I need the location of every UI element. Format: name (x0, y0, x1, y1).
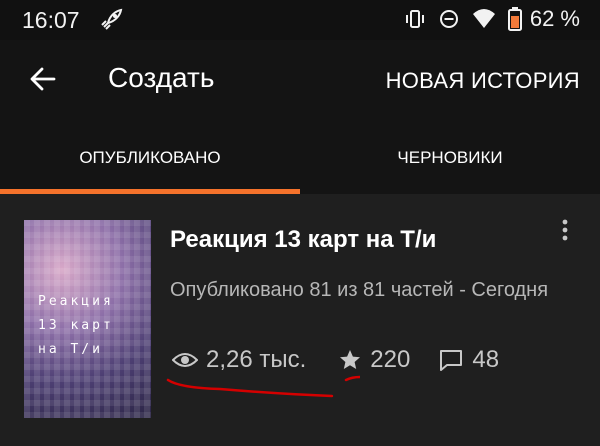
tab-drafts[interactable]: ЧЕРНОВИКИ (300, 122, 600, 194)
story-status: Опубликовано 81 из 81 частей - Сегодня (170, 279, 549, 301)
active-tab-indicator (0, 189, 300, 194)
app-bar: Создать НОВАЯ ИСТОРИЯ (0, 40, 600, 122)
back-arrow-icon[interactable] (28, 64, 58, 94)
comments-count: 48 (472, 346, 500, 373)
dnd-icon (439, 10, 458, 28)
page-title: Создать (108, 62, 215, 93)
rocket-icon (101, 8, 123, 30)
story-cover[interactable]: Реакция 13 карт на Т/и (24, 220, 151, 418)
vibrate-icon (405, 10, 424, 28)
status-time: 16:07 (22, 7, 80, 33)
story-title[interactable]: Реакция 13 карт на Т/и (170, 226, 436, 254)
comment-icon (440, 350, 463, 371)
story-card[interactable]: Реакция 13 карт на Т/и Реакция 13 карт н… (0, 198, 600, 446)
status-icons: 62 % (404, 6, 580, 32)
more-options-icon[interactable] (558, 218, 572, 244)
wifi-icon (472, 9, 495, 28)
battery-icon (507, 7, 522, 31)
battery-percent: 62 % (529, 6, 580, 31)
red-annotation-underlines (166, 375, 360, 398)
tab-published[interactable]: ОПУБЛИКОВАНО (0, 122, 300, 194)
comments-stat: 48 (438, 346, 499, 374)
cover-title: Реакция 13 карт на Т/и (38, 294, 114, 357)
votes-count: 220 (370, 346, 411, 373)
new-story-button[interactable]: НОВАЯ ИСТОРИЯ (386, 68, 580, 94)
tab-bar: ОПУБЛИКОВАНО ЧЕРНОВИКИ (0, 122, 600, 194)
status-bar: 16:07 62 % (0, 0, 600, 40)
